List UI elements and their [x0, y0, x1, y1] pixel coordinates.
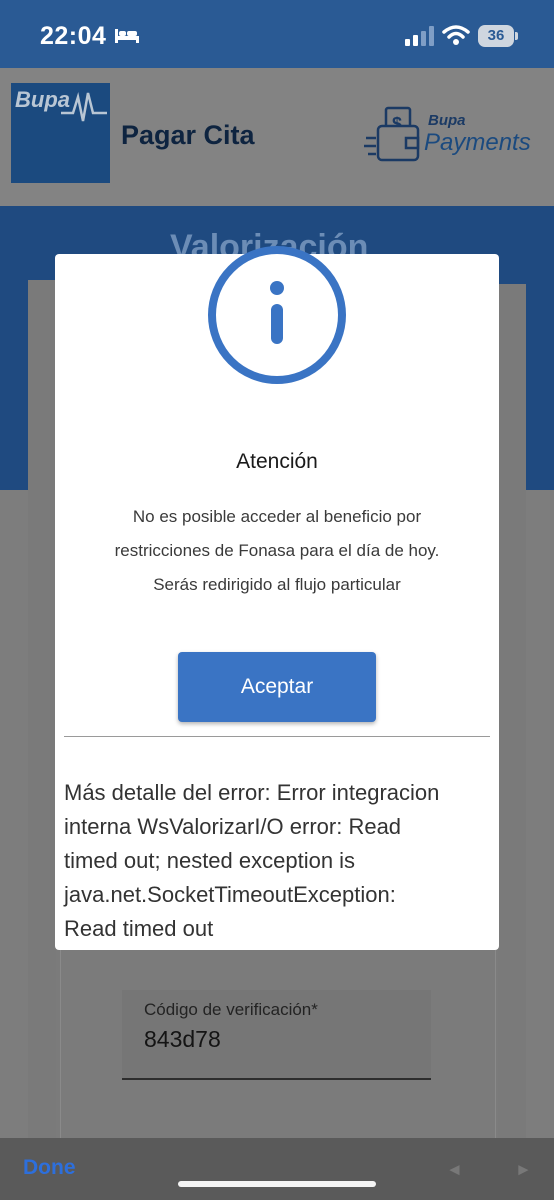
dialog-message: No es posible acceder al beneficio por r…: [77, 500, 477, 602]
status-bar: 22:04 36: [0, 0, 554, 68]
dialog-title: Atención: [236, 450, 318, 473]
verification-code-label: Código de verificación*: [144, 1000, 318, 1019]
heartbeat-icon: [61, 92, 107, 122]
bupa-logo: Bupa: [11, 83, 110, 183]
done-button[interactable]: Done: [23, 1156, 76, 1180]
message-line: restricciones de Fonasa para el día de h…: [114, 541, 440, 560]
status-time: 22:04: [40, 22, 107, 50]
error-line: java.net.SocketTimeoutException:: [64, 882, 396, 907]
cellular-signal-icon: [405, 26, 434, 46]
bupa-payments-logo: $ Bupa Payments: [364, 104, 539, 168]
info-icon: [208, 246, 346, 384]
battery-tip: [515, 32, 518, 40]
verification-code-field[interactable]: Código de verificación* 843d78: [122, 990, 431, 1080]
alert-dialog: Atención No es posible acceder al benefi…: [55, 246, 499, 950]
message-line: Serás redirigido al flujo particular: [153, 575, 401, 594]
payments-label: Payments: [424, 129, 531, 156]
verification-code-value[interactable]: 843d78: [144, 1026, 221, 1053]
battery-icon: 36: [478, 25, 514, 47]
error-line: Más detalle del error: Error integracion: [64, 780, 440, 805]
page-title: Pagar Cita: [121, 120, 255, 150]
next-field-icon[interactable]: ►: [515, 1160, 532, 1180]
error-line: Read timed out: [64, 916, 214, 941]
error-line: interna WsValorizarI/O error: Read: [64, 814, 402, 839]
wifi-icon: [442, 25, 470, 45]
bed-icon: [115, 29, 139, 43]
wallet-icon: $: [364, 106, 420, 162]
error-detail: Más detalle del error: Error integracion…: [64, 776, 494, 946]
message-line: No es posible acceder al beneficio por: [132, 507, 422, 526]
card-edge-left: [28, 280, 56, 1140]
accept-button[interactable]: Aceptar: [178, 652, 376, 722]
previous-field-icon[interactable]: ◄: [446, 1160, 463, 1180]
home-indicator[interactable]: [178, 1181, 376, 1187]
payments-brand-text: Bupa: [428, 112, 466, 129]
error-line: timed out; nested exception is: [64, 848, 356, 873]
card-edge-right: [498, 284, 526, 1140]
divider: [64, 736, 490, 737]
keyboard-toolbar: Done ◄ ►: [0, 1138, 554, 1200]
